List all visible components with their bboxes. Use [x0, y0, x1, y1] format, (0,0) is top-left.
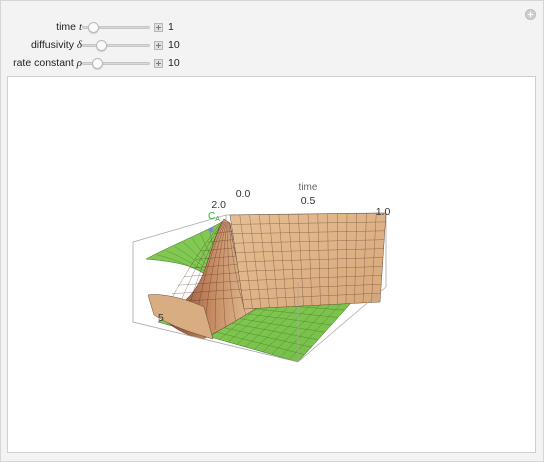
slider-thumb[interactable]: [96, 40, 108, 51]
diffusivity-value: 10: [168, 39, 180, 51]
time-tick-1: 0.5: [301, 195, 316, 207]
control-row-diffusivity: diffusivity δ 10: [0, 38, 220, 54]
rate-constant-slider[interactable]: [82, 58, 150, 69]
time-tick-0: 0.0: [236, 188, 251, 200]
time-axis-title: time: [299, 182, 318, 193]
plot-panel[interactable]: time 0.0 0.5 1.0 2.0 CA 5: [7, 76, 536, 453]
control-row-rate-constant: rate constant ρ 10: [0, 56, 220, 72]
expand-plus-icon[interactable]: [154, 23, 163, 32]
control-label-diffusivity: diffusivity δ: [30, 39, 82, 51]
tan-surface-upper: [229, 212, 387, 310]
expand-plus-icon[interactable]: [154, 59, 163, 68]
rate-constant-value: 10: [168, 57, 180, 69]
control-label-rate-constant: rate constant ρ: [13, 57, 82, 69]
species-label: CA: [208, 211, 220, 223]
time-slider[interactable]: [82, 22, 150, 33]
lower-left-tick-label: 5: [158, 312, 164, 324]
time-axis: time 0.0 0.5 1.0: [236, 182, 391, 218]
surface-plot-3d[interactable]: time 0.0 0.5 1.0 2.0 CA 5: [8, 77, 535, 452]
slider-track: [82, 44, 150, 47]
control-row-time: time t 1: [0, 20, 220, 36]
left-tick-label: 2.0: [211, 199, 226, 211]
time-value: 1: [168, 21, 174, 33]
slider-thumb[interactable]: [87, 22, 99, 33]
axis-marker-dot: [208, 227, 214, 233]
control-label-time: time t: [56, 21, 82, 33]
slider-thumb[interactable]: [92, 58, 104, 69]
diffusivity-slider[interactable]: [82, 40, 150, 51]
time-tick-2: 1.0: [376, 206, 391, 218]
expand-plus-icon[interactable]: [154, 41, 163, 50]
options-plus-icon[interactable]: [525, 9, 536, 20]
